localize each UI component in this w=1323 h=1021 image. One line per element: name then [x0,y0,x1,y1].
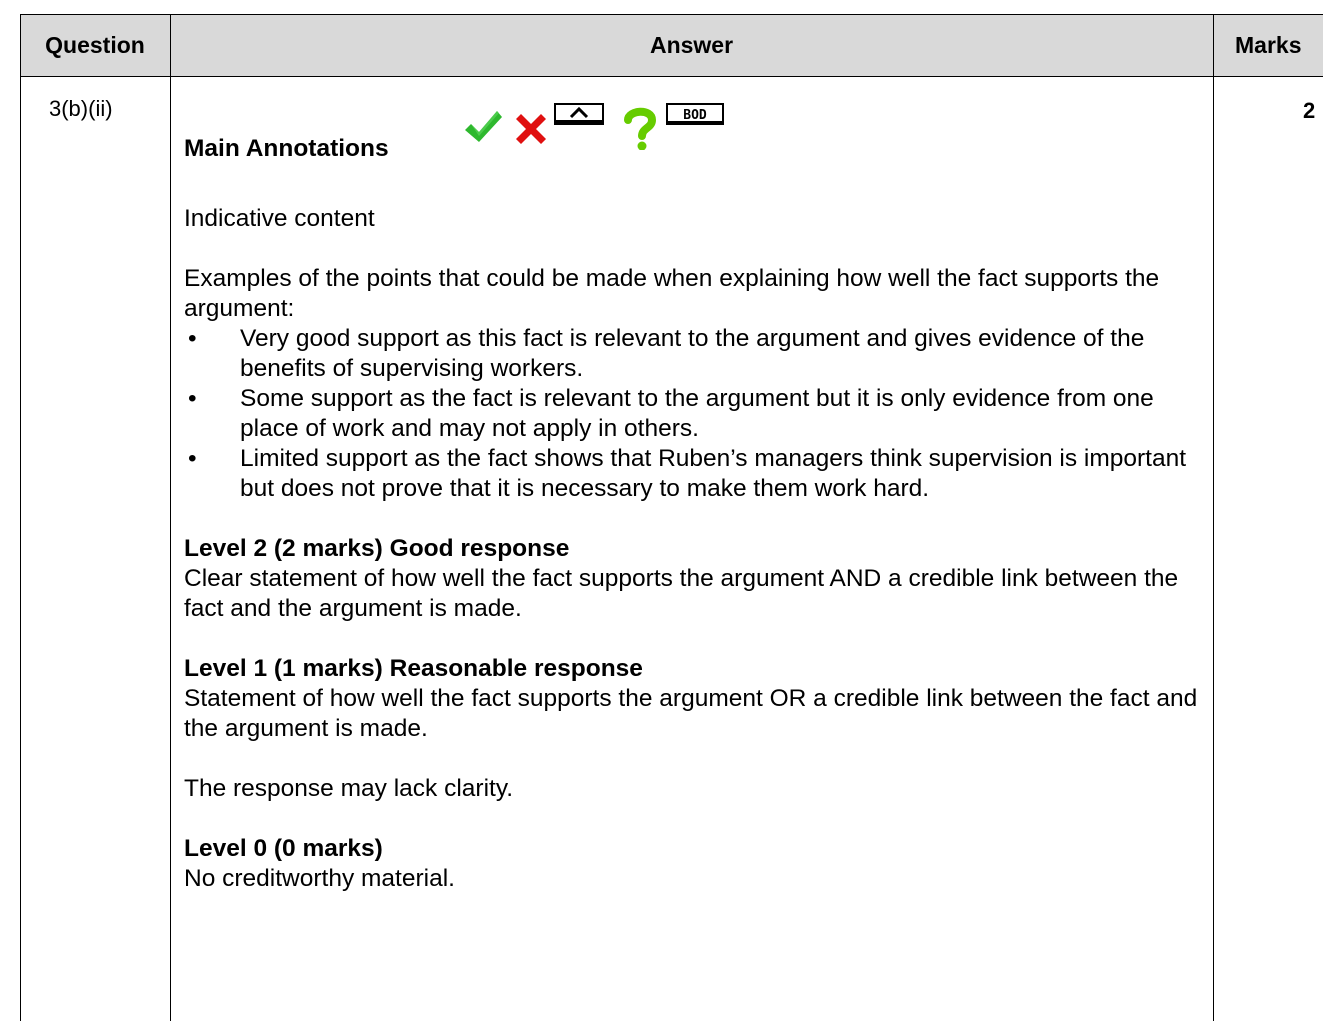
level1-heading: Level 1 (1 marks) Reasonable response [184,655,643,682]
points-list: Very good support as this fact is releva… [184,324,1199,504]
column-divider-2 [1213,14,1214,1021]
header-question-label: Question [45,31,145,58]
level1-text: Statement of how well the fact supports … [184,685,1198,742]
list-item: Limited support as the fact shows that R… [184,444,1199,504]
svg-text:BOD: BOD [683,108,707,123]
header-marks-label: Marks [1235,31,1302,58]
cross-icon [516,114,546,144]
level0-heading: Level 0 (0 marks) [184,835,383,862]
header-bottom-border [20,76,1323,77]
annotations-label: Main Annotations [184,135,389,162]
question-number: 3(b)(ii) [49,96,113,121]
answer-cell: Main Annotations BOD Indicative content … [184,96,1199,894]
bod-icon: BOD [666,103,724,125]
marks-value: 2 [1303,98,1316,123]
table-left-border [20,14,21,1021]
question-mark-icon [624,107,657,150]
header-marks: Marks [1213,14,1323,76]
annotations-row: Main Annotations BOD [184,96,1199,174]
list-item: Some support as the fact is relevant to … [184,384,1199,444]
header-question: Question [20,14,170,76]
indicative-content: Indicative content [184,205,375,232]
tick-icon [465,111,502,142]
table-top-border [20,14,1323,15]
header-answer-label: Answer [649,31,734,58]
level2-heading: Level 2 (2 marks) Good response [184,535,570,562]
caret-icon [554,103,604,125]
intro-text: Examples of the points that could be mad… [184,265,1160,322]
header-answer: Answer [170,14,1213,76]
column-divider-1 [170,14,171,1021]
level1-note: The response may lack clarity. [184,775,514,802]
level2-text: Clear statement of how well the fact sup… [184,565,1179,622]
level0-text: No creditworthy material. [184,865,455,892]
annotation-icons: BOD [462,100,724,150]
list-item: Very good support as this fact is releva… [184,324,1199,384]
